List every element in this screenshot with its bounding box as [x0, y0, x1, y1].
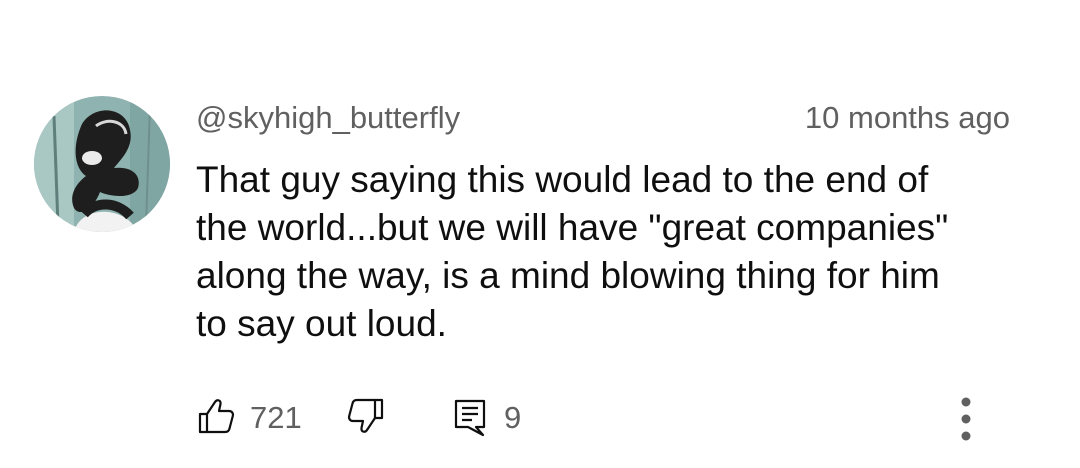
- author-name[interactable]: @skyhigh_butterfly: [196, 96, 460, 140]
- more-options-button[interactable]: [950, 392, 982, 452]
- comment-card: @skyhigh_butterfly 10 months ago That gu…: [0, 0, 1080, 468]
- timestamp: 10 months ago: [804, 100, 1010, 135]
- comment-text: That guy saying this would lead to the e…: [196, 156, 1026, 348]
- comment-actions: 721 9: [196, 392, 996, 444]
- like-button[interactable]: 721: [196, 392, 302, 444]
- reply-comment-icon: [450, 395, 490, 442]
- comment-text-line: That guy saying this would lead to the e…: [196, 159, 929, 200]
- like-count: 721: [250, 400, 302, 435]
- thumbs-up-icon: [196, 396, 236, 441]
- more-vertical-icon: [950, 392, 982, 457]
- dislike-button[interactable]: [346, 392, 386, 444]
- thumbs-down-icon: [346, 396, 386, 441]
- comment-text-line: to say out loud.: [196, 303, 447, 344]
- reply-button[interactable]: 9: [450, 392, 521, 444]
- comment-text-line: the world...but we will have "great comp…: [196, 207, 949, 248]
- avatar-image: [34, 96, 170, 232]
- comment-header: @skyhigh_butterfly 10 months ago: [196, 96, 1010, 140]
- comment-text-line: along the way, is a mind blowing thing f…: [196, 255, 940, 296]
- reply-count: 9: [504, 400, 522, 435]
- avatar[interactable]: [34, 96, 170, 232]
